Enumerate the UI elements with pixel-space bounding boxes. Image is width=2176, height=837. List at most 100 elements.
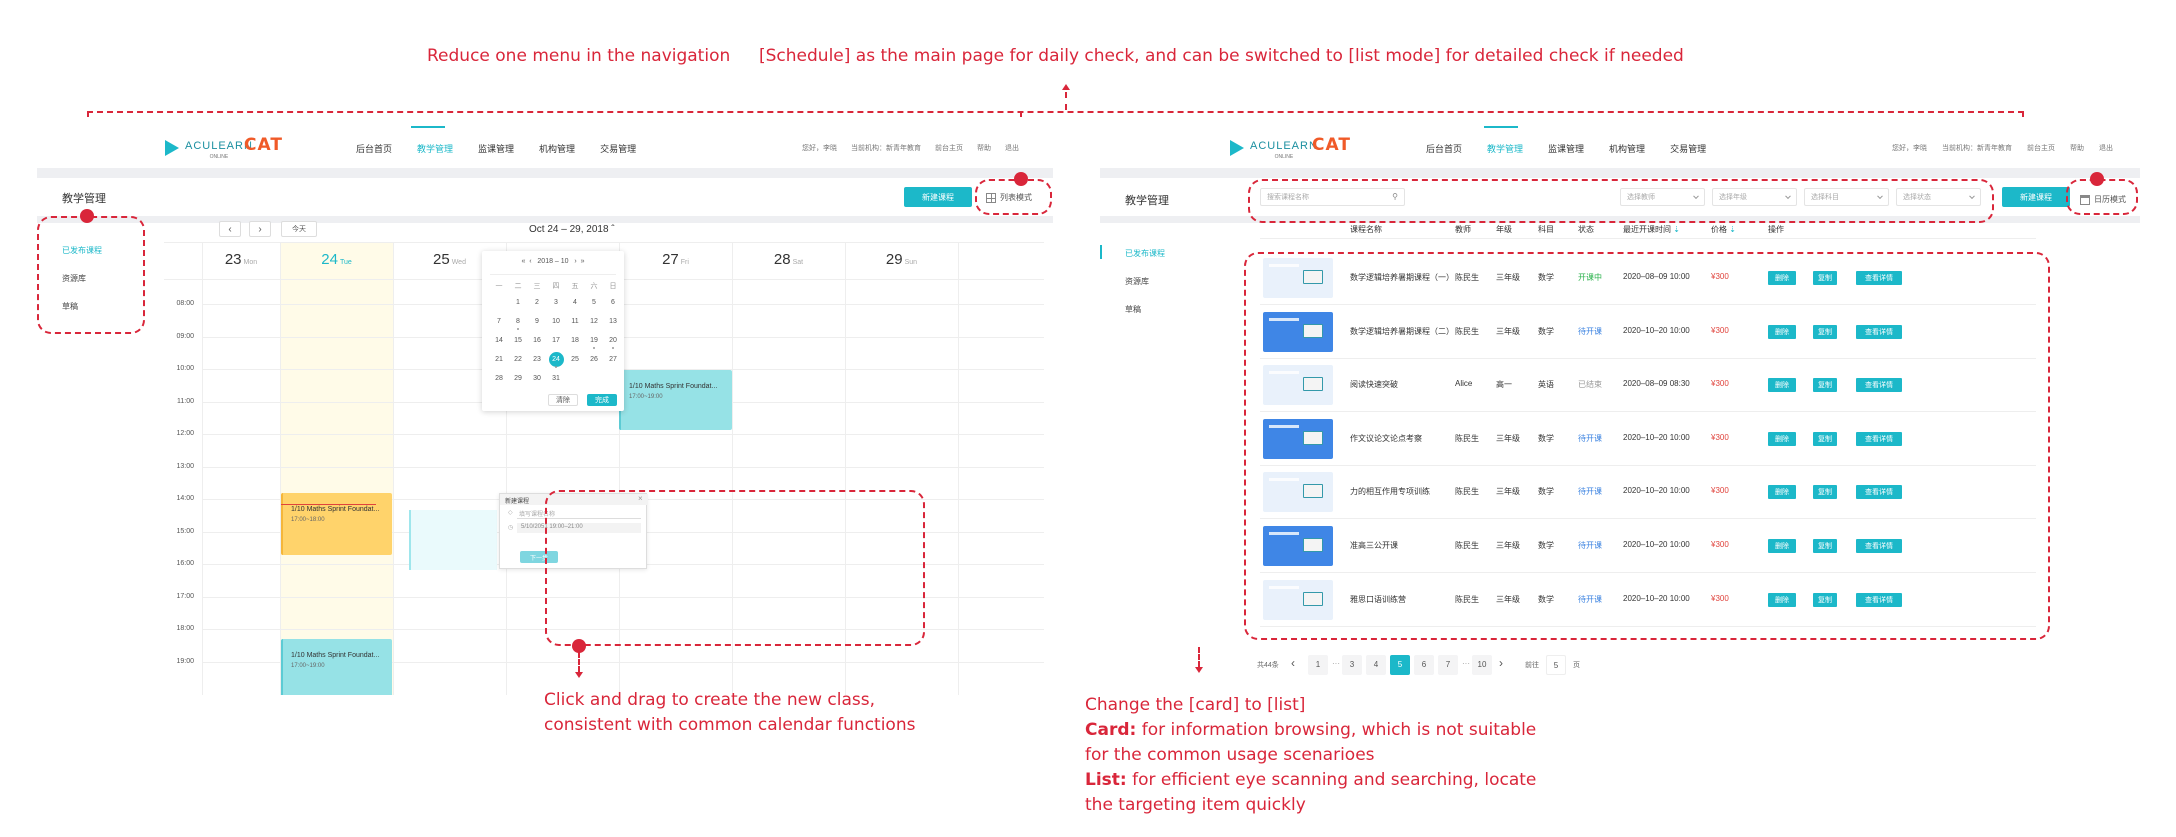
picker-day[interactable]: 15 [508,337,528,344]
picker-day[interactable]: 13 [603,318,623,325]
col-header-status[interactable]: 状态 [1578,224,1594,235]
picker-day[interactable]: 22 [508,356,528,363]
picker-day[interactable]: 18 [565,337,585,344]
user-greeting[interactable]: 您好，李晓 [802,143,837,153]
sidebar-item-drafts[interactable]: 草稿 [1125,304,1141,315]
picker-day[interactable]: 20 [603,337,623,344]
day-number: 25 [433,251,450,268]
picker-day[interactable]: 16 [527,337,547,344]
picker-header[interactable]: « ‹ 2018 – 10 › » [482,258,624,265]
date-picker-popover[interactable]: « ‹ 2018 – 10 › » 清除 完成 一二三四五六日123456789… [482,251,624,411]
page-3[interactable]: 3 [1342,655,1362,675]
picker-day[interactable]: 29 [508,375,528,382]
nav-teaching[interactable]: 教学管理 [417,142,453,155]
nav-institution[interactable]: 机构管理 [539,142,575,155]
day-header-sat[interactable]: 28 Sat [732,251,845,268]
day-header-tue[interactable]: 24 Tue [280,251,393,268]
new-course-button[interactable]: 新建课程 [2002,187,2070,207]
picker-day[interactable]: 28 [489,375,509,382]
day-header-sun[interactable]: 29 Sun [845,251,958,268]
event-time: 17:00~19:00 [291,663,325,669]
page-5[interactable]: 5 [1390,655,1410,675]
front-page-link[interactable]: 前台主页 [935,143,963,153]
picker-day[interactable]: 21 [489,356,509,363]
nav-institution[interactable]: 机构管理 [1609,142,1645,155]
calendar-event[interactable]: 1/10 Maths Sprint Foundat... 17:00~19:00 [619,370,732,430]
picker-day[interactable]: 26 [584,356,604,363]
date-range[interactable]: Oct 24 – 29, 2018 ˆ [529,224,615,235]
picker-day[interactable]: 6 [603,299,623,306]
picker-day[interactable]: 2 [527,299,547,306]
sidebar-item-published[interactable]: 已发布课程 [1125,248,1165,259]
drag-selection[interactable] [409,510,497,570]
nav-home[interactable]: 后台首页 [356,142,392,155]
picker-day[interactable]: 27 [603,356,623,363]
picker-day[interactable]: 23 [527,356,547,363]
front-page-link[interactable]: 前台主页 [2027,143,2055,153]
sidebar-item-resources[interactable]: 资源库 [1125,276,1149,287]
logout-link[interactable]: 退出 [2099,143,2113,153]
picker-day[interactable]: 4 [565,299,585,306]
calendar-event[interactable]: 1/10 Maths Sprint Foundat... 17:00~19:00 [281,639,392,695]
picker-day[interactable]: 19 [584,337,604,344]
prev-week-button[interactable]: ‹ [219,221,241,237]
page-6[interactable]: 6 [1414,655,1434,675]
picker-day[interactable]: 8 [508,318,528,325]
picker-day[interactable]: 1 [508,299,528,306]
picker-day[interactable]: 5 [584,299,604,306]
picker-day[interactable]: 11 [565,318,585,325]
col-header-price[interactable]: 价格 ⇣ [1711,224,1736,235]
picker-day-selected[interactable]: 24 [548,352,564,367]
picker-day[interactable]: 30 [527,375,547,382]
annotation-drag-line2: consistent with common calendar function… [544,715,916,735]
page-10[interactable]: 10 [1472,655,1492,675]
col-header-teacher[interactable]: 教师 [1455,224,1471,235]
logout-link[interactable]: 退出 [1005,143,1019,153]
picker-day[interactable]: 17 [546,337,566,344]
calendar-event[interactable]: 1/10 Maths Sprint Foundat... 17:00~18:00 [281,493,392,555]
prev-page-button[interactable]: ‹ [1291,656,1295,670]
nav-supervision[interactable]: 监课管理 [478,142,514,155]
next-week-button[interactable]: › [249,221,271,237]
nav-trade[interactable]: 交易管理 [1670,142,1706,155]
nav-home[interactable]: 后台首页 [1426,142,1462,155]
day-header-fri[interactable]: 27 Fri [619,251,732,268]
picker-day[interactable]: 9 [527,318,547,325]
picker-day[interactable]: 25 [565,356,585,363]
nav-teaching[interactable]: 教学管理 [1487,142,1523,155]
picker-clear-button[interactable]: 清除 [548,394,578,406]
page-ellipsis: ··· [1462,659,1470,668]
picker-day[interactable]: 3 [546,299,566,306]
annotation-drag-line1: Click and drag to create the new class, [544,690,875,710]
current-org[interactable]: 当前机构：新青年教育 [851,143,921,153]
nav-trade[interactable]: 交易管理 [600,142,636,155]
picker-day[interactable]: 10 [546,318,566,325]
col-header-name[interactable]: 课程名称 [1350,224,1382,235]
picker-done-button[interactable]: 完成 [587,394,617,406]
day-number: 28 [773,251,791,268]
page-1[interactable]: 1 [1308,655,1328,675]
help-link[interactable]: 帮助 [2070,143,2084,153]
today-button[interactable]: 今天 [281,221,317,237]
page-7[interactable]: 7 [1438,655,1458,675]
user-greeting[interactable]: 您好，李晓 [1892,143,1927,153]
help-link[interactable]: 帮助 [977,143,991,153]
picker-day[interactable]: 31 [546,375,566,382]
new-course-button[interactable]: 新建课程 [904,187,972,207]
event-marker [555,366,557,368]
page-number-input[interactable]: 5 [1546,655,1566,675]
picker-day[interactable]: 14 [489,337,509,344]
picker-day[interactable]: 12 [584,318,604,325]
day-header-mon[interactable]: 23 Mon [202,251,280,268]
col-header-grade[interactable]: 年级 [1496,224,1512,235]
picker-day[interactable]: 7 [489,318,509,325]
page-ellipsis: ··· [1332,659,1340,668]
next-page-button[interactable]: › [1499,656,1503,670]
col-header-time[interactable]: 最近开课时间 ⇣ [1623,224,1680,235]
col-header-subject[interactable]: 科目 [1538,224,1554,235]
annotation-list-2: the targeting item quickly [1085,795,1306,815]
total-count: 共44条 [1257,662,1279,669]
nav-supervision[interactable]: 监课管理 [1548,142,1584,155]
page-4[interactable]: 4 [1366,655,1386,675]
current-org[interactable]: 当前机构：新青年教育 [1942,143,2012,153]
